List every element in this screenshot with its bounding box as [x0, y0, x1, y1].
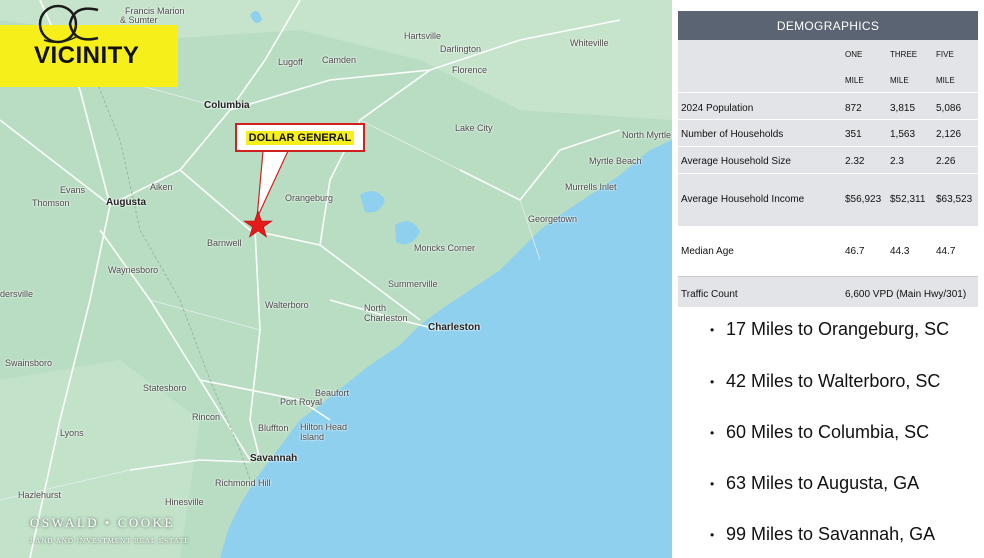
- traffic-row: Traffic Count 6,600 VPD (Main Hwy/301): [678, 277, 978, 307]
- table-row: Average Household Income $56,923 $52,311…: [678, 174, 978, 227]
- col-five-top: FIVE: [936, 50, 954, 59]
- place-columbia: Columbia: [204, 100, 250, 111]
- place-swainsboro: Swainsboro: [5, 358, 53, 368]
- row-value: 872: [845, 103, 862, 114]
- table-row: 2024 Population 872 3,815 5,086: [678, 93, 978, 120]
- distance-text: 60 Miles to Columbia, SC: [726, 422, 930, 442]
- place-moncks-corner: Moncks Corner: [414, 243, 476, 253]
- place-rincon: Rincon: [192, 412, 221, 422]
- table-row: Average Household Size 2.32 2.3 2.26: [678, 147, 978, 174]
- place-beaufort: Beaufort: [315, 388, 350, 398]
- row-label: 2024 Population: [681, 103, 754, 114]
- place-whiteville: Whiteville: [570, 38, 609, 48]
- place-evans: Evans: [60, 185, 86, 195]
- place-north-myrtle-beach: North Myrtle Beach: [622, 130, 672, 140]
- logo-tagline: LAND AND INVESTMENT REAL ESTATE: [30, 537, 190, 545]
- col-five-bottom: MILE: [936, 76, 955, 85]
- bullet-icon: •: [710, 426, 715, 441]
- callout-label: DOLLAR GENERAL: [245, 130, 355, 145]
- place-charleston: Charleston: [428, 322, 481, 333]
- vicinity-map[interactable]: Francis Marion & Sumter Hartsville Darli…: [0, 0, 672, 558]
- place-statesboro: Statesboro: [143, 383, 187, 393]
- place-walterboro: Walterboro: [265, 300, 309, 310]
- place-myrtle-beach: Myrtle Beach: [589, 156, 642, 166]
- table-row: Number of Households 351 1,563 2,126: [678, 120, 978, 147]
- row-value: 3,815: [890, 103, 916, 114]
- bullet-icon: •: [710, 323, 715, 338]
- distance-text: 42 Miles to Walterboro, SC: [726, 371, 941, 391]
- distance-text: 17 Miles to Orangeburg, SC: [726, 319, 950, 339]
- place-bluffton: Bluffton: [258, 423, 289, 433]
- place-hazlehurst: Hazlehurst: [18, 490, 62, 500]
- distance-text: 63 Miles to Augusta, GA: [726, 473, 920, 493]
- row-value: 2.3: [890, 156, 904, 167]
- place-hartsville: Hartsville: [404, 31, 442, 41]
- place-summerville: Summerville: [388, 279, 438, 289]
- row-value: 2.32: [845, 156, 865, 167]
- place-georgetown: Georgetown: [528, 214, 578, 224]
- place-barnwell: Barnwell: [207, 238, 242, 248]
- place-savannah: Savannah: [250, 453, 298, 464]
- place-darlington: Darlington: [440, 44, 482, 54]
- row-value: 2,126: [936, 129, 962, 140]
- place-hinesville: Hinesville: [165, 497, 204, 507]
- row-label: Average Household Size: [681, 156, 791, 167]
- place-orangeburg: Orangeburg: [285, 193, 334, 203]
- place-lugoff: Lugoff: [278, 57, 303, 67]
- place-lake-city: Lake City: [455, 123, 493, 133]
- dollar-general-callout: DOLLAR GENERAL: [235, 123, 365, 152]
- logo-name: OSWALD • COOKE: [30, 515, 175, 530]
- bullet-icon: •: [710, 477, 715, 492]
- col-three-bottom: MILE: [890, 76, 909, 85]
- place-richmond-hill: Richmond Hill: [215, 478, 271, 488]
- traffic-value: 6,600 VPD (Main Hwy/301): [845, 289, 967, 300]
- row-value: 1,563: [890, 129, 916, 140]
- row-value: $63,523: [936, 194, 973, 205]
- list-item: • 17 Miles to Orangeburg, SC: [710, 319, 949, 340]
- place-waynesboro: Waynesboro: [108, 265, 159, 275]
- place-aiken: Aiken: [150, 182, 173, 192]
- list-item: • 42 Miles to Walterboro, SC: [710, 371, 940, 392]
- place-murrells-inlet: Murrells Inlet: [565, 182, 617, 192]
- list-item: • 63 Miles to Augusta, GA: [710, 473, 919, 494]
- row-value: $52,311: [890, 194, 926, 205]
- place-hilton-head: Hilton Head Island: [300, 422, 348, 442]
- place-lyons: Lyons: [60, 428, 84, 438]
- place-florence: Florence: [452, 65, 488, 75]
- col-one-top: ONE: [845, 50, 863, 59]
- row-value: 44.7: [936, 246, 956, 257]
- col-three-top: THREE: [890, 50, 918, 59]
- place-port-royal: Port Royal: [280, 397, 323, 407]
- row-value: 351: [845, 129, 862, 140]
- place-augusta: Augusta: [106, 197, 146, 208]
- row-value: 5,086: [936, 103, 962, 114]
- demographics-title: DEMOGRAPHICS: [678, 11, 978, 40]
- place-camden: Camden: [322, 55, 357, 65]
- demographics-column-headers: ONE MILE THREE MILE FIVE MILE: [678, 40, 978, 93]
- row-value: 46.7: [845, 246, 865, 257]
- place-dersville: dersville: [0, 289, 34, 299]
- list-item: • 60 Miles to Columbia, SC: [710, 422, 929, 443]
- bullet-icon: •: [710, 528, 715, 543]
- row-label: Number of Households: [681, 129, 784, 140]
- col-one-bottom: MILE: [845, 76, 864, 85]
- list-item: • 99 Miles to Savannah, GA: [710, 524, 935, 545]
- bullet-icon: •: [710, 375, 715, 390]
- row-value: $56,923: [845, 194, 882, 205]
- traffic-label: Traffic Count: [681, 289, 738, 300]
- table-row: Median Age 46.7 44.3 44.7: [678, 227, 978, 277]
- row-value: 44.3: [890, 246, 910, 257]
- place-thomson: Thomson: [32, 198, 70, 208]
- demographics-panel: DEMOGRAPHICS ONE MILE THREE MILE FIVE MI…: [678, 11, 978, 307]
- place-north-charleston: North Charleston: [364, 303, 408, 323]
- row-label: Median Age: [681, 246, 734, 257]
- row-value: 2.26: [936, 156, 956, 167]
- row-label: Average Household Income: [681, 194, 805, 205]
- oswald-cooke-logo-icon: [38, 4, 99, 44]
- distance-text: 99 Miles to Savannah, GA: [726, 524, 936, 544]
